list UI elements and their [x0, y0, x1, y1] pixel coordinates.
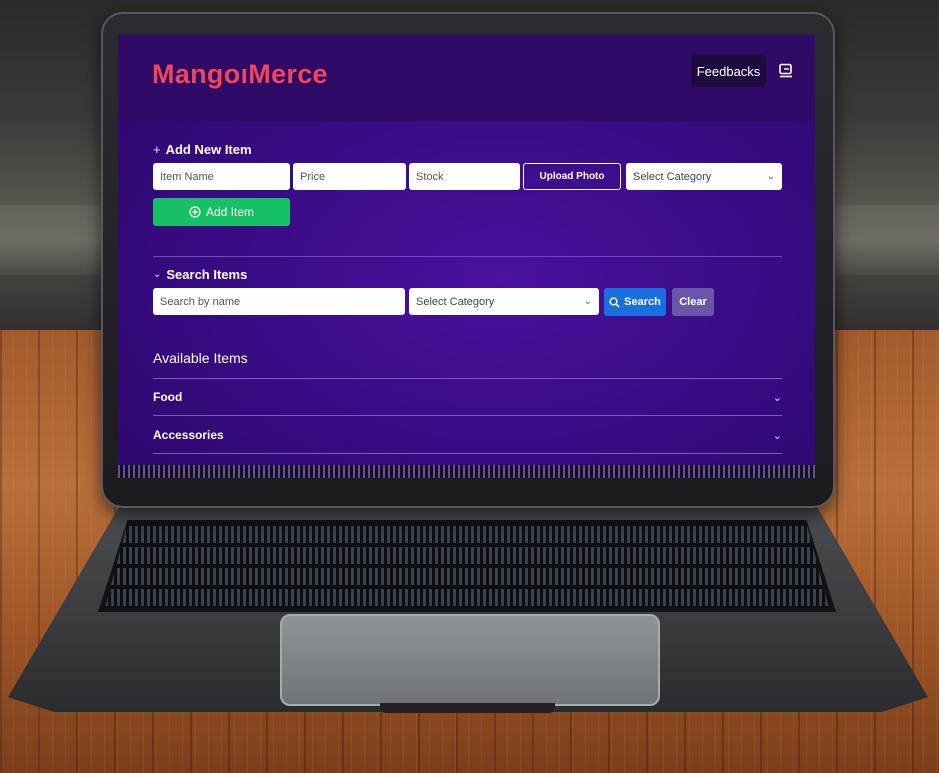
chevron-down-icon: ⌄ — [772, 429, 782, 442]
available-items-title: Available Items — [153, 350, 248, 366]
search-items-title: Search Items — [166, 267, 248, 282]
category-label: Food — [153, 390, 183, 404]
item-name-field[interactable] — [153, 163, 290, 190]
search-icon — [609, 296, 620, 308]
price-input[interactable] — [300, 170, 399, 183]
stock-input[interactable] — [416, 170, 513, 183]
search-input[interactable] — [160, 295, 398, 308]
list-divider — [153, 415, 782, 416]
search-items-heading[interactable]: ⌄ Search Items — [153, 267, 247, 282]
search-category-select[interactable]: Select Category ⌄ — [409, 288, 599, 315]
chevron-down-icon: ⌄ — [153, 269, 162, 280]
keyboard-keys — [105, 526, 829, 608]
laptop-front-notch — [380, 703, 555, 713]
os-taskbar — [118, 465, 815, 478]
chevron-down-icon: ⌄ — [766, 171, 775, 182]
price-field[interactable] — [293, 163, 406, 190]
chevron-down-icon: ⌄ — [772, 391, 782, 404]
logout-icon[interactable] — [778, 63, 794, 79]
category-label: Accessories — [153, 428, 224, 442]
app-header: MangoıMerce Feedbacks — [118, 35, 815, 121]
trackpad — [280, 614, 660, 706]
chevron-down-icon: ⌄ — [583, 296, 592, 307]
upload-photo-button[interactable]: Upload Photo — [523, 163, 621, 190]
add-item-button[interactable]: Add Item — [153, 198, 290, 226]
item-name-input[interactable] — [160, 170, 283, 183]
app-logo[interactable]: MangoıMerce — [152, 59, 328, 90]
plus-circle-icon — [189, 206, 201, 218]
category-row-food[interactable]: Food ⌄ — [153, 379, 782, 415]
search-name-field[interactable] — [153, 288, 405, 315]
add-category-value: Select Category — [633, 170, 712, 183]
clear-button[interactable]: Clear — [672, 288, 714, 316]
list-divider — [153, 453, 782, 454]
plus-icon: + — [153, 142, 161, 157]
feedbacks-button[interactable]: Feedbacks — [691, 55, 766, 87]
stock-field[interactable] — [409, 163, 520, 190]
add-item-title: Add New Item — [165, 142, 252, 157]
add-category-select[interactable]: Select Category ⌄ — [626, 163, 782, 190]
section-divider — [153, 256, 782, 257]
search-button-label: Search — [624, 296, 661, 308]
category-row-accessories[interactable]: Accessories ⌄ — [153, 417, 782, 453]
search-category-value: Select Category — [416, 295, 495, 308]
add-item-button-label: Add Item — [205, 205, 255, 219]
laptop-screen: MangoıMerce Feedbacks + Add New Item Upl… — [118, 35, 815, 478]
search-button[interactable]: Search — [604, 288, 666, 316]
add-item-heading: + Add New Item — [153, 142, 252, 157]
